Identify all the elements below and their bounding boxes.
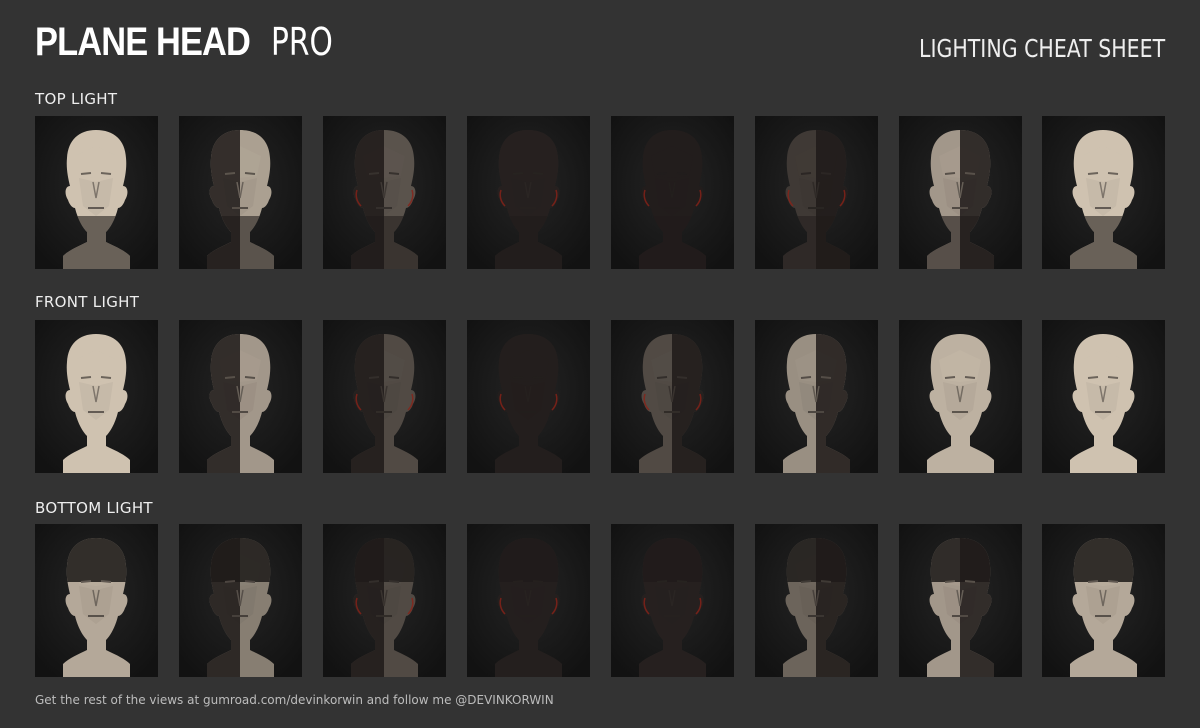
row-top-light [35,116,1165,269]
row-front-light [35,320,1165,473]
head-render [1042,524,1165,677]
head-render [179,116,302,269]
head-render [755,320,878,473]
brand-logo: PLANE HEAD PRO [35,20,351,70]
row-label-bottom-light: BOTTOM LIGHT [35,499,153,517]
head-render [611,116,734,269]
sheet-title: LIGHTING CHEAT SHEET [918,34,1165,63]
head-render [467,116,590,269]
head-render [35,524,158,677]
row-label-top-light: TOP LIGHT [35,90,118,108]
brand-name-bold: PLANE HEAD [35,20,251,64]
head-render [899,116,1022,269]
head-render [35,320,158,473]
head-render [899,320,1022,473]
head-render [755,524,878,677]
footer-credit: Get the rest of the views at gumroad.com… [35,693,554,707]
head-render [35,116,158,269]
head-render [323,524,446,677]
head-render [755,116,878,269]
row-label-front-light: FRONT LIGHT [35,293,140,311]
head-render [1042,320,1165,473]
row-bottom-light [35,524,1165,677]
head-render [179,524,302,677]
head-render [1042,116,1165,269]
head-render [467,524,590,677]
head-render [611,524,734,677]
head-render [899,524,1022,677]
brand-name-light: PRO [271,20,334,64]
head-render [323,116,446,269]
head-render [179,320,302,473]
head-render [467,320,590,473]
head-render [323,320,446,473]
head-render [611,320,734,473]
